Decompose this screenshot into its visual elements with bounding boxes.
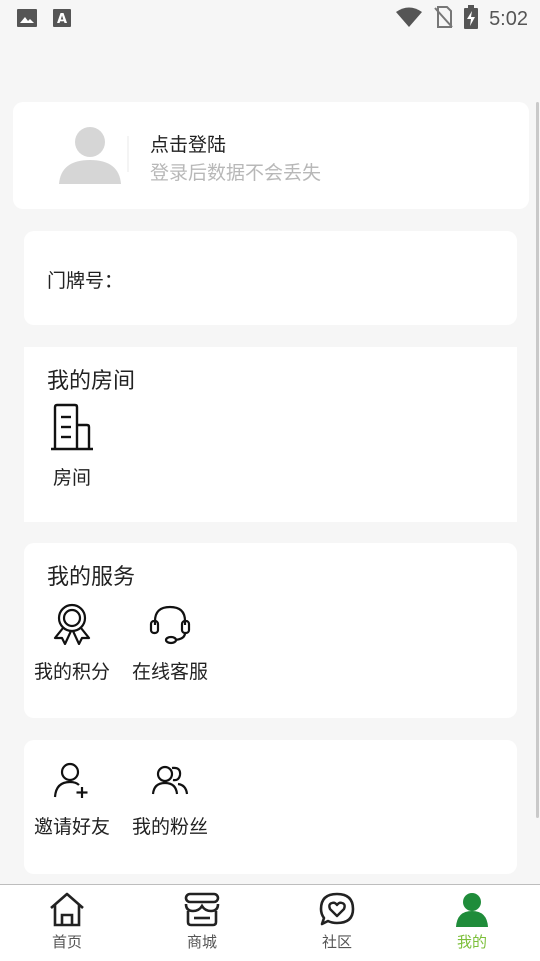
store-icon: [183, 892, 221, 931]
image-icon: [16, 7, 38, 33]
bottom-nav: 首页 商城 社区 我的: [0, 884, 540, 961]
text-a-icon: A: [52, 7, 72, 33]
login-title[interactable]: 点击登陆: [150, 130, 226, 157]
door-number-card[interactable]: 门牌号：: [24, 231, 517, 325]
nav-label-mine: 我的: [456, 933, 487, 951]
home-icon: [48, 892, 86, 931]
section-title-services: 我的服务: [47, 565, 136, 590]
nav-label-home: 首页: [51, 933, 82, 951]
login-card[interactable]: 点击登陆 登录后数据不会丢失: [13, 102, 529, 209]
invite-friends-tile[interactable]: 邀请好友: [24, 760, 120, 839]
headset-icon: [122, 603, 218, 649]
door-number-label: 门牌号：: [47, 270, 124, 292]
customer-service-tile[interactable]: 在线客服: [122, 603, 218, 684]
avatar[interactable]: [51, 122, 129, 192]
person-icon: [453, 893, 491, 931]
award-icon: [24, 603, 120, 649]
nav-label-store: 商城: [186, 933, 217, 951]
login-subtitle: 登录后数据不会丢失: [150, 162, 322, 184]
section-title-rooms: 我的房间: [47, 369, 136, 394]
invite-friends-label: 邀请好友: [33, 816, 110, 838]
social-section: 邀请好友 我的粉丝: [24, 740, 517, 874]
nav-item-store[interactable]: 商城: [152, 891, 252, 952]
room-tile[interactable]: 房间: [24, 403, 120, 490]
add-user-icon: [24, 760, 120, 804]
my-services-section: 我的服务 我的积分 在线客服: [24, 543, 517, 718]
room-label: 房间: [52, 467, 91, 489]
nav-item-mine[interactable]: 我的: [422, 891, 522, 952]
points-label: 我的积分: [33, 661, 110, 683]
no-sim-icon: [433, 5, 453, 33]
nav-item-home[interactable]: 首页: [17, 891, 117, 952]
users-icon: [122, 760, 218, 804]
status-time: 5:02: [489, 7, 528, 30]
my-fans-tile[interactable]: 我的粉丝: [122, 760, 218, 839]
my-fans-label: 我的粉丝: [131, 816, 208, 838]
battery-charging-icon: [463, 5, 479, 33]
nav-item-community[interactable]: 社区: [287, 891, 387, 952]
scrollbar[interactable]: [536, 102, 539, 818]
my-rooms-section: 我的房间 房间: [24, 347, 517, 522]
customer-service-label: 在线客服: [131, 661, 208, 683]
wifi-icon: [395, 6, 423, 32]
chat-heart-icon: [318, 892, 356, 931]
points-tile[interactable]: 我的积分: [24, 603, 120, 684]
svg-text:A: A: [57, 12, 67, 27]
building-icon: [24, 403, 120, 455]
status-bar: A 5:02: [0, 0, 540, 36]
nav-label-community: 社区: [321, 933, 352, 951]
